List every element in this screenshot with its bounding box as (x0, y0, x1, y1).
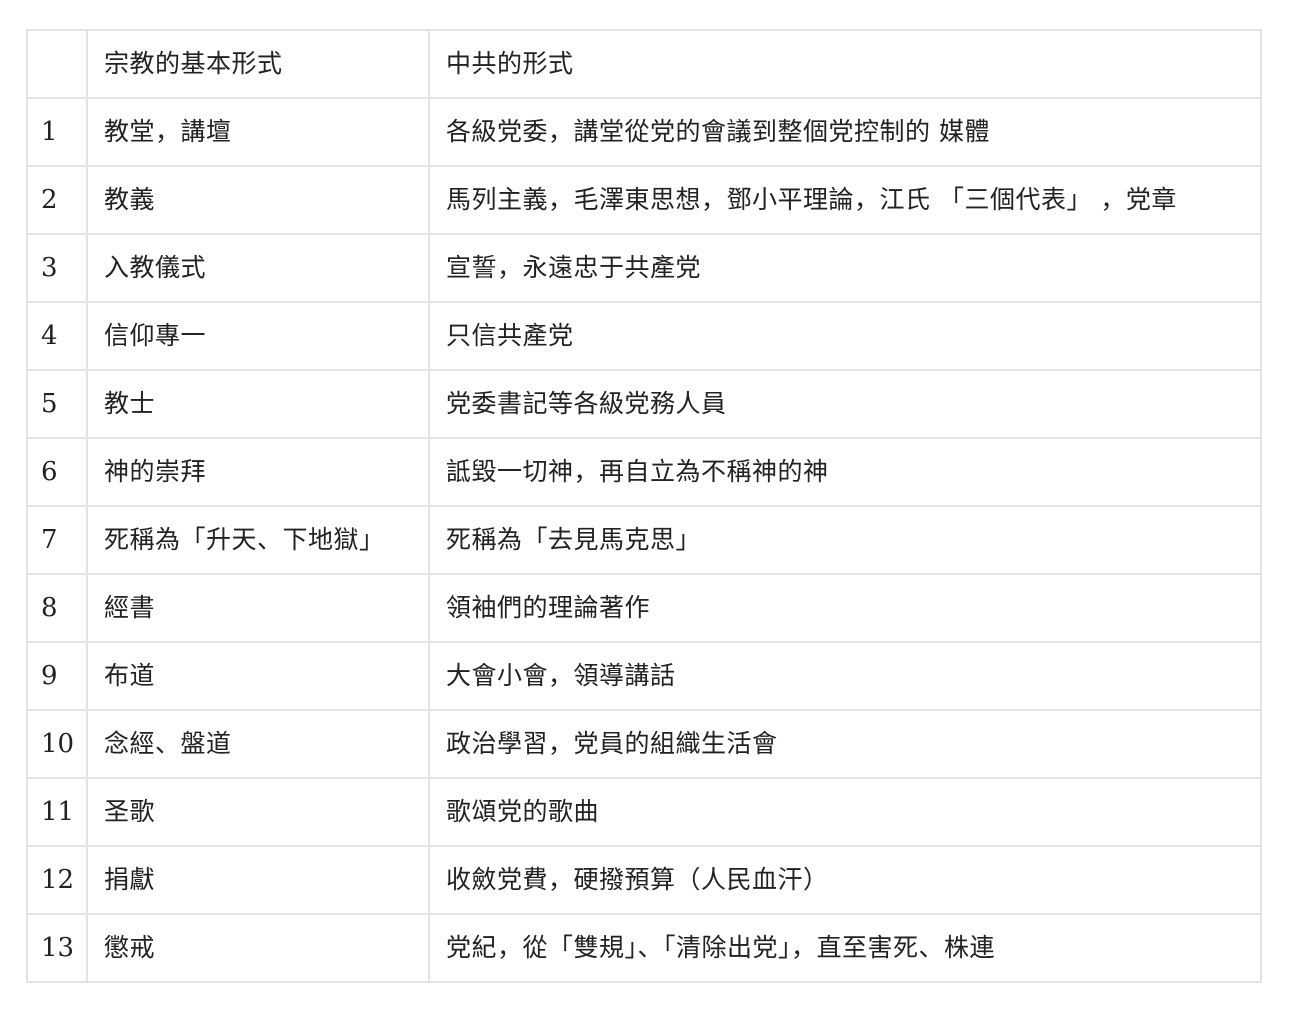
table-row: 12 捐獻 收斂党費，硬撥預算（人民血汗） (26, 845, 1262, 915)
row-number-cell: 5 (26, 369, 88, 439)
row-number-cell: 13 (26, 913, 88, 983)
row-number-cell: 6 (26, 437, 88, 507)
table-header-row: 宗教的基本形式 中共的形式 (26, 29, 1262, 99)
table-row: 13 懲戒 党紀，從「雙規」、「清除出党」，直至害死、株連 (26, 913, 1262, 983)
table-row: 5 教士 党委書記等各級党務人員 (26, 369, 1262, 439)
table-row: 6 神的崇拜 詆毀一切神，再自立為不稱神的神 (26, 437, 1262, 507)
row-number-cell: 7 (26, 505, 88, 575)
table-row: 4 信仰專一 只信共產党 (26, 301, 1262, 371)
row-number-cell: 1 (26, 97, 88, 167)
religion-form-cell: 教士 (86, 369, 430, 439)
religion-form-cell: 經書 (86, 573, 430, 643)
religion-form-cell: 死稱為「升天、下地獄」 (86, 505, 430, 575)
row-number-cell: 8 (26, 573, 88, 643)
ccp-form-cell: 領袖們的理論著作 (428, 573, 1262, 643)
religion-form-cell: 念經、盤道 (86, 709, 430, 779)
table-row: 9 布道 大會小會，領導講話 (26, 641, 1262, 711)
table-row: 11 圣歌 歌頌党的歌曲 (26, 777, 1262, 847)
table-row: 1 教堂，講壇 各級党委，講堂從党的會議到整個党控制的 媒體 (26, 97, 1262, 167)
ccp-form-cell: 宣誓，永遠忠于共產党 (428, 233, 1262, 303)
religion-form-cell: 捐獻 (86, 845, 430, 915)
table-row: 10 念經、盤道 政治學習，党員的組織生活會 (26, 709, 1262, 779)
header-religion-form: 宗教的基本形式 (86, 29, 430, 99)
table-row: 7 死稱為「升天、下地獄」 死稱為「去見馬克思」 (26, 505, 1262, 575)
ccp-form-cell: 馬列主義，毛澤東思想，鄧小平理論，江氏 「三個代表」 ，党章 (428, 165, 1262, 235)
ccp-form-cell: 各級党委，講堂從党的會議到整個党控制的 媒體 (428, 97, 1262, 167)
religion-form-cell: 圣歌 (86, 777, 430, 847)
ccp-form-cell: 收斂党費，硬撥預算（人民血汗） (428, 845, 1262, 915)
religion-form-cell: 入教儀式 (86, 233, 430, 303)
religion-form-cell: 懲戒 (86, 913, 430, 983)
ccp-form-cell: 党紀，從「雙規」、「清除出党」，直至害死、株連 (428, 913, 1262, 983)
row-number-cell: 2 (26, 165, 88, 235)
row-number-cell: 4 (26, 301, 88, 371)
header-number-cell (26, 29, 88, 99)
ccp-form-cell: 党委書記等各級党務人員 (428, 369, 1262, 439)
comparison-table-container: 宗教的基本形式 中共的形式 1 教堂，講壇 各級党委，講堂從党的會議到整個党控制的 媒體… (26, 29, 1262, 983)
row-number-cell: 3 (26, 233, 88, 303)
ccp-form-cell: 只信共產党 (428, 301, 1262, 371)
ccp-form-cell: 歌頌党的歌曲 (428, 777, 1262, 847)
table-row: 2 教義 馬列主義，毛澤東思想，鄧小平理論，江氏 「三個代表」 ，党章 (26, 165, 1262, 235)
comparison-table: 宗教的基本形式 中共的形式 1 教堂，講壇 各級党委，講堂從党的會議到整個党控制的 媒體… (26, 29, 1262, 983)
row-number-cell: 11 (26, 777, 88, 847)
religion-form-cell: 布道 (86, 641, 430, 711)
religion-form-cell: 神的崇拜 (86, 437, 430, 507)
table-row: 3 入教儀式 宣誓，永遠忠于共產党 (26, 233, 1262, 303)
table-row: 8 經書 領袖們的理論著作 (26, 573, 1262, 643)
row-number-cell: 12 (26, 845, 88, 915)
religion-form-cell: 信仰專一 (86, 301, 430, 371)
religion-form-cell: 教義 (86, 165, 430, 235)
religion-form-cell: 教堂，講壇 (86, 97, 430, 167)
ccp-form-cell: 死稱為「去見馬克思」 (428, 505, 1262, 575)
ccp-form-cell: 詆毀一切神，再自立為不稱神的神 (428, 437, 1262, 507)
row-number-cell: 10 (26, 709, 88, 779)
table-body: 宗教的基本形式 中共的形式 1 教堂，講壇 各級党委，講堂從党的會議到整個党控制的 媒體… (26, 29, 1262, 983)
ccp-form-cell: 政治學習，党員的組織生活會 (428, 709, 1262, 779)
ccp-form-cell: 大會小會，領導講話 (428, 641, 1262, 711)
row-number-cell: 9 (26, 641, 88, 711)
header-ccp-form: 中共的形式 (428, 29, 1262, 99)
